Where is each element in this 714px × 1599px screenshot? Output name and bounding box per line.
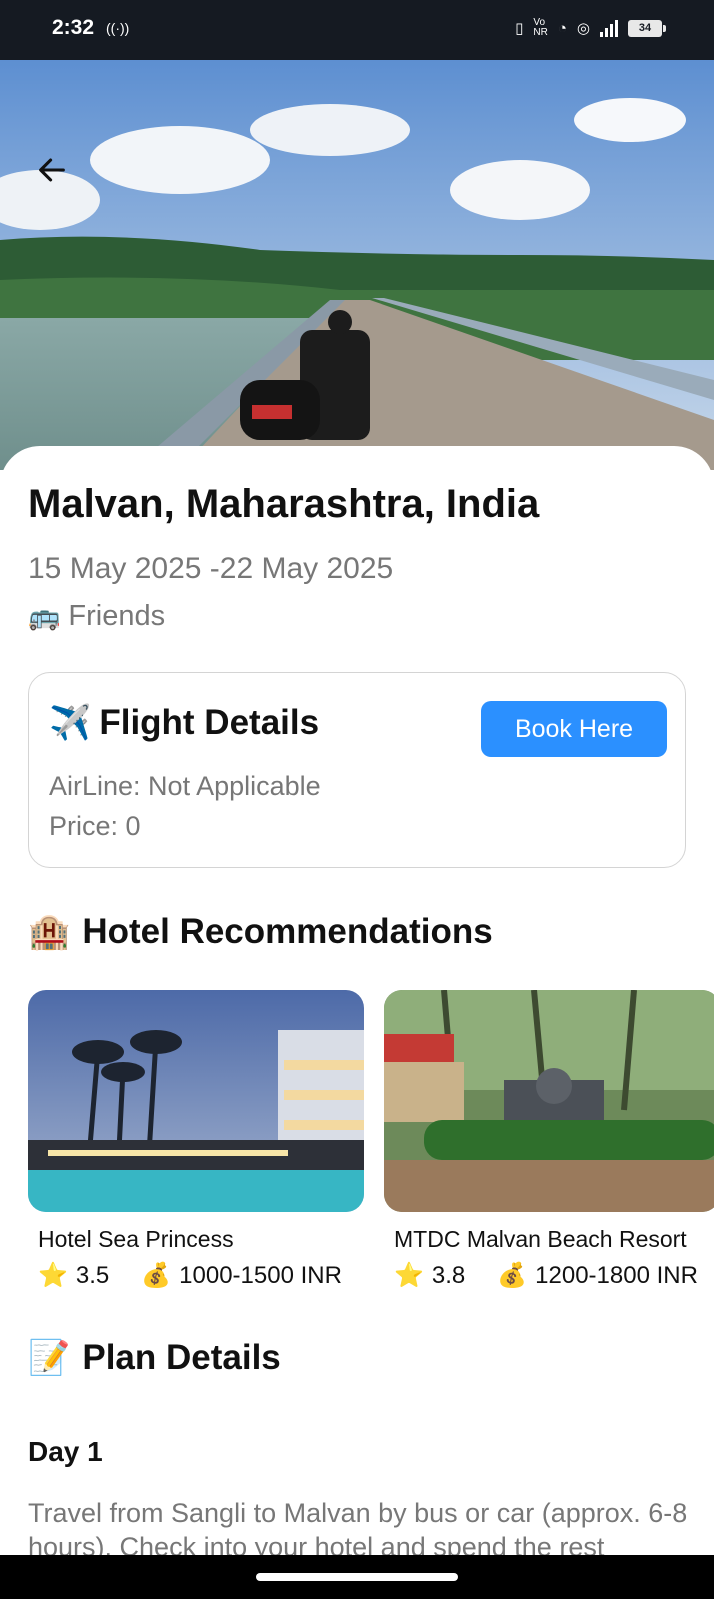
day-label: Day 1 bbox=[28, 1436, 103, 1467]
status-bar: 2:32 ((·)) ▯ Vo NR ◔ ◎ 34 bbox=[0, 0, 714, 60]
book-here-button[interactable]: Book Here bbox=[481, 701, 667, 757]
system-nav-bar bbox=[0, 1555, 714, 1599]
hotel-meta: ⭐ 3.5 💰 1000-1500 INR bbox=[38, 1261, 364, 1290]
airplane-icon: ✈️ bbox=[49, 704, 92, 742]
airline-text: AirLine: Not Applicable bbox=[49, 771, 321, 801]
hotel-recommendations-heading: 🏨 Hotel Recommendations bbox=[28, 912, 493, 952]
money-bag-icon: 💰 bbox=[141, 1262, 172, 1289]
back-button[interactable] bbox=[30, 148, 74, 192]
battery-icon: 34 bbox=[628, 19, 666, 37]
signal-icon bbox=[600, 19, 618, 37]
flight-price-text: Price: 0 bbox=[49, 811, 141, 841]
hotel-carousel[interactable]: Hotel Sea Princess ⭐ 3.5 💰 1000-1500 INR bbox=[28, 990, 714, 1290]
hotel-meta: ⭐ 3.8 💰 1200-1800 INR bbox=[394, 1261, 714, 1290]
vibrate-icon: ▯ bbox=[515, 20, 524, 37]
hotel-rating: 3.5 bbox=[75, 1261, 110, 1289]
hotel-price: 1200-1800 INR bbox=[535, 1261, 698, 1289]
hotel-icon: 🏨 bbox=[28, 913, 71, 951]
bus-icon: 🚌 bbox=[28, 601, 61, 631]
star-icon: ⭐ bbox=[394, 1262, 424, 1289]
hotel-recommendations-title: Hotel Recommendations bbox=[82, 912, 493, 951]
hotel-rating: 3.8 bbox=[431, 1261, 466, 1289]
hotel-card[interactable]: Hotel Sea Princess ⭐ 3.5 💰 1000-1500 INR bbox=[28, 990, 364, 1290]
traveler-label: Friends bbox=[68, 600, 166, 632]
day-description: Travel from Sangli to Malvan by bus or c… bbox=[28, 1498, 688, 1556]
cast-icon: ((·)) bbox=[106, 20, 130, 36]
memo-icon: 📝 bbox=[28, 1339, 71, 1377]
star-icon: ⭐ bbox=[38, 1262, 68, 1289]
flight-details-heading: ✈️ Flight Details bbox=[49, 703, 319, 743]
flight-details-card: ✈️ Flight Details Book Here AirLine: Not… bbox=[28, 672, 686, 868]
hotel-image bbox=[384, 990, 714, 1212]
status-icons: ▯ Vo NR ◔ ◎ 34 bbox=[515, 17, 666, 38]
trip-dates: 15 May 2025 -22 May 2025 bbox=[28, 552, 394, 585]
trip-detail-sheet: Malvan, Maharashtra, India 15 May 2025 -… bbox=[0, 446, 714, 1556]
plan-details-title: Plan Details bbox=[82, 1338, 281, 1377]
hotspot-icon: ◎ bbox=[576, 20, 590, 37]
flight-details-title: Flight Details bbox=[99, 703, 320, 742]
plan-details-heading: 📝 Plan Details bbox=[28, 1338, 281, 1378]
traveler-type: 🚌 Friends bbox=[28, 600, 165, 633]
hero-image bbox=[0, 60, 714, 470]
hotel-card[interactable]: MTDC Malvan Beach Resort ⭐ 3.8 💰 1200-18… bbox=[384, 990, 714, 1290]
wifi-icon: ◔ bbox=[557, 19, 567, 37]
hotel-name: MTDC Malvan Beach Resort bbox=[394, 1226, 687, 1252]
status-time: 2:32 bbox=[52, 16, 95, 39]
volte-icon: Vo NR bbox=[533, 17, 548, 38]
money-bag-icon: 💰 bbox=[497, 1262, 528, 1289]
arrow-left-icon bbox=[39, 158, 65, 182]
trip-title: Malvan, Maharashtra, India bbox=[28, 482, 540, 526]
home-gesture-handle[interactable] bbox=[256, 1573, 458, 1581]
hotel-price: 1000-1500 INR bbox=[179, 1261, 342, 1289]
hotel-name: Hotel Sea Princess bbox=[38, 1226, 234, 1252]
hotel-image bbox=[28, 990, 364, 1212]
